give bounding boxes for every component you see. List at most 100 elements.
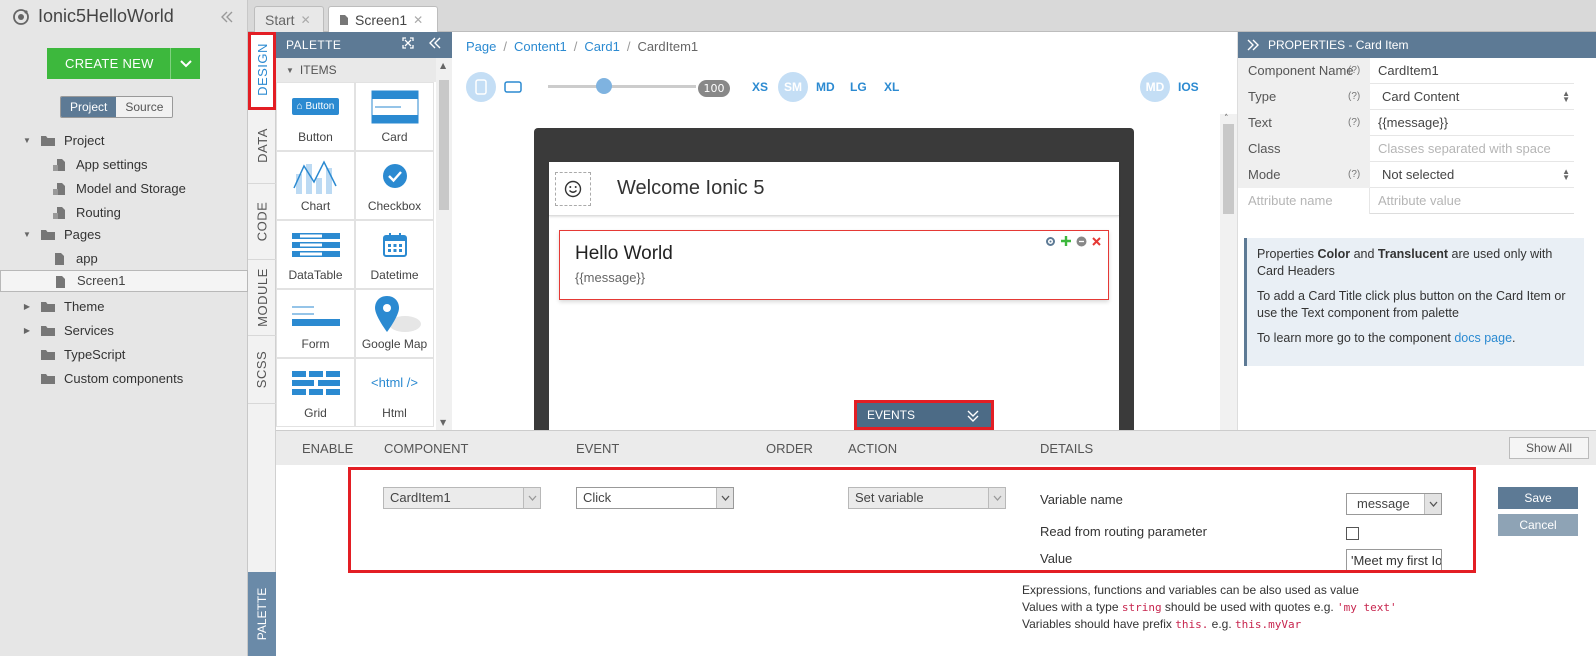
- help-icon[interactable]: (?): [1348, 162, 1360, 188]
- plus-icon[interactable]: [1060, 235, 1072, 247]
- tree-item-custom-components[interactable]: Custom components: [0, 366, 248, 390]
- palette-item-chart[interactable]: Chart: [276, 151, 355, 220]
- canvas-scrollbar[interactable]: ˄: [1220, 114, 1237, 430]
- project-toggle[interactable]: Project: [61, 97, 117, 117]
- scroll-down-icon[interactable]: ▼: [440, 418, 446, 427]
- col-component: COMPONENT: [384, 441, 469, 456]
- palette-scrollbar[interactable]: ▲ ▼: [436, 58, 452, 430]
- sort-arrows-icon[interactable]: ▲ ▼: [1562, 90, 1570, 104]
- breakpoint-xl[interactable]: XL: [884, 80, 899, 94]
- zoom-slider-handle[interactable]: [596, 78, 612, 94]
- attribute-name-input[interactable]: Attribute name: [1238, 188, 1370, 214]
- tree-item-theme[interactable]: ▶ Theme: [0, 294, 248, 318]
- items-section-header[interactable]: ▼ ITEMS: [276, 58, 436, 82]
- zoom-slider-track[interactable]: [548, 85, 696, 88]
- tab-code[interactable]: CODE: [248, 184, 276, 260]
- breakpoint-sm[interactable]: SM: [778, 72, 808, 102]
- palette-item-checkbox[interactable]: Checkbox: [355, 151, 434, 220]
- mode-select[interactable]: Not selected: [1382, 162, 1454, 188]
- tree-item-screen1[interactable]: Screen1: [0, 270, 248, 292]
- breakpoint-lg[interactable]: LG: [850, 80, 867, 94]
- help-icon[interactable]: (?): [1348, 110, 1360, 136]
- sort-arrows-icon[interactable]: ▲ ▼: [1562, 168, 1570, 182]
- link-icon[interactable]: [1076, 236, 1087, 247]
- palette-item-card[interactable]: Card: [355, 82, 434, 151]
- breadcrumb-card[interactable]: Card1: [584, 39, 619, 54]
- mode-md[interactable]: MD: [1140, 72, 1170, 102]
- breakpoint-xs[interactable]: XS: [752, 80, 768, 94]
- delete-icon[interactable]: [1091, 236, 1102, 247]
- scroll-thumb[interactable]: [1223, 124, 1234, 214]
- phone-portrait-icon[interactable]: [466, 72, 496, 102]
- mode-ios[interactable]: IOS: [1178, 80, 1199, 94]
- tab-module[interactable]: MODULE: [248, 260, 276, 336]
- palette-item-grid[interactable]: Grid: [276, 358, 355, 427]
- gear-icon[interactable]: [1045, 236, 1056, 247]
- palette-header: PALETTE: [276, 32, 452, 58]
- scroll-thumb[interactable]: [439, 80, 449, 210]
- breadcrumb-content[interactable]: Content1: [514, 39, 567, 54]
- chevron-up-icon[interactable]: ˄: [1224, 114, 1229, 124]
- collapsed-caret-icon[interactable]: ▶: [22, 302, 32, 311]
- tab-data[interactable]: DATA: [248, 108, 276, 184]
- component-name-field[interactable]: CardItem1: [1378, 58, 1439, 84]
- tree-item-app-settings[interactable]: App settings: [0, 152, 248, 176]
- tree-item-typescript[interactable]: TypeScript: [0, 342, 248, 366]
- attribute-value-input[interactable]: Attribute value: [1378, 188, 1461, 214]
- source-toggle[interactable]: Source: [116, 97, 173, 117]
- tab-scss[interactable]: SCSS: [248, 336, 276, 404]
- palette-item-button[interactable]: ⌂ Button Button: [276, 82, 355, 151]
- card-item[interactable]: Hello World {{message}}: [559, 230, 1109, 300]
- collapse-palette-icon[interactable]: [428, 37, 442, 49]
- help-icon[interactable]: (?): [1348, 58, 1360, 84]
- tab-screen1[interactable]: Screen1 ✕: [328, 6, 438, 32]
- file-icon: [52, 206, 68, 219]
- collapsed-caret-icon[interactable]: ▶: [22, 326, 32, 335]
- create-new-button[interactable]: CREATE NEW: [47, 48, 200, 79]
- class-input[interactable]: Classes separated with space: [1378, 136, 1551, 162]
- hint-string-quotes: Values with a type string should be used…: [1022, 600, 1397, 614]
- events-header: ENABLE COMPONENT EVENT ORDER ACTION DETA…: [276, 431, 1596, 465]
- tab-start[interactable]: Start ✕: [254, 6, 324, 32]
- page-toolbar[interactable]: Welcome Ionic 5: [549, 162, 1119, 216]
- events-toggle-button[interactable]: EVENTS: [854, 400, 994, 430]
- expanded-caret-icon[interactable]: ▼: [22, 136, 32, 145]
- cancel-button[interactable]: Cancel: [1498, 514, 1578, 536]
- close-icon[interactable]: ✕: [301, 13, 311, 27]
- page-heading: Welcome Ionic 5: [617, 177, 765, 199]
- html-preview-icon: <html />: [371, 375, 418, 390]
- breakpoint-md[interactable]: MD: [816, 80, 835, 94]
- show-all-button[interactable]: Show All: [1509, 437, 1589, 459]
- expanded-caret-icon[interactable]: ▼: [22, 230, 32, 239]
- palette-item-html[interactable]: <html /> Html: [355, 358, 434, 427]
- tree-item-project[interactable]: ▼ Project: [0, 128, 248, 152]
- tree-item-app[interactable]: app: [0, 246, 248, 270]
- palette-item-form[interactable]: Form: [276, 289, 355, 358]
- phone-landscape-icon[interactable]: [504, 80, 522, 94]
- text-field[interactable]: {{message}}: [1378, 110, 1448, 136]
- tree-item-services[interactable]: ▶ Services: [0, 318, 248, 342]
- type-select[interactable]: Card Content: [1382, 84, 1459, 110]
- help-icon[interactable]: (?): [1348, 84, 1360, 110]
- close-icon[interactable]: ✕: [413, 13, 423, 27]
- palette-item-datetime[interactable]: Datetime: [355, 220, 434, 289]
- breadcrumb-page[interactable]: Page: [466, 39, 496, 54]
- tab-palette[interactable]: PALETTE: [248, 572, 276, 656]
- smiley-icon[interactable]: [555, 171, 591, 206]
- prop-attribute: Attribute name Attribute value: [1238, 188, 1574, 214]
- tree-item-model-storage[interactable]: Model and Storage: [0, 176, 248, 200]
- tree-item-pages[interactable]: ▼ Pages: [0, 222, 248, 246]
- palette-item-google-map[interactable]: Google Map: [355, 289, 434, 358]
- page-icon: [53, 275, 69, 288]
- expand-right-icon[interactable]: [1246, 39, 1260, 51]
- expand-icon[interactable]: [402, 37, 414, 49]
- tree-item-routing[interactable]: Routing: [0, 200, 248, 224]
- col-order: ORDER: [766, 441, 813, 456]
- scroll-up-icon[interactable]: ▲: [440, 61, 446, 70]
- chevron-down-icon[interactable]: [170, 48, 200, 79]
- app-title-text: Ionic5HelloWorld: [38, 6, 174, 26]
- palette-item-datatable[interactable]: DataTable: [276, 220, 355, 289]
- collapse-left-icon[interactable]: [220, 10, 234, 24]
- save-button[interactable]: Save: [1498, 487, 1578, 509]
- docs-page-link[interactable]: docs page: [1454, 331, 1512, 345]
